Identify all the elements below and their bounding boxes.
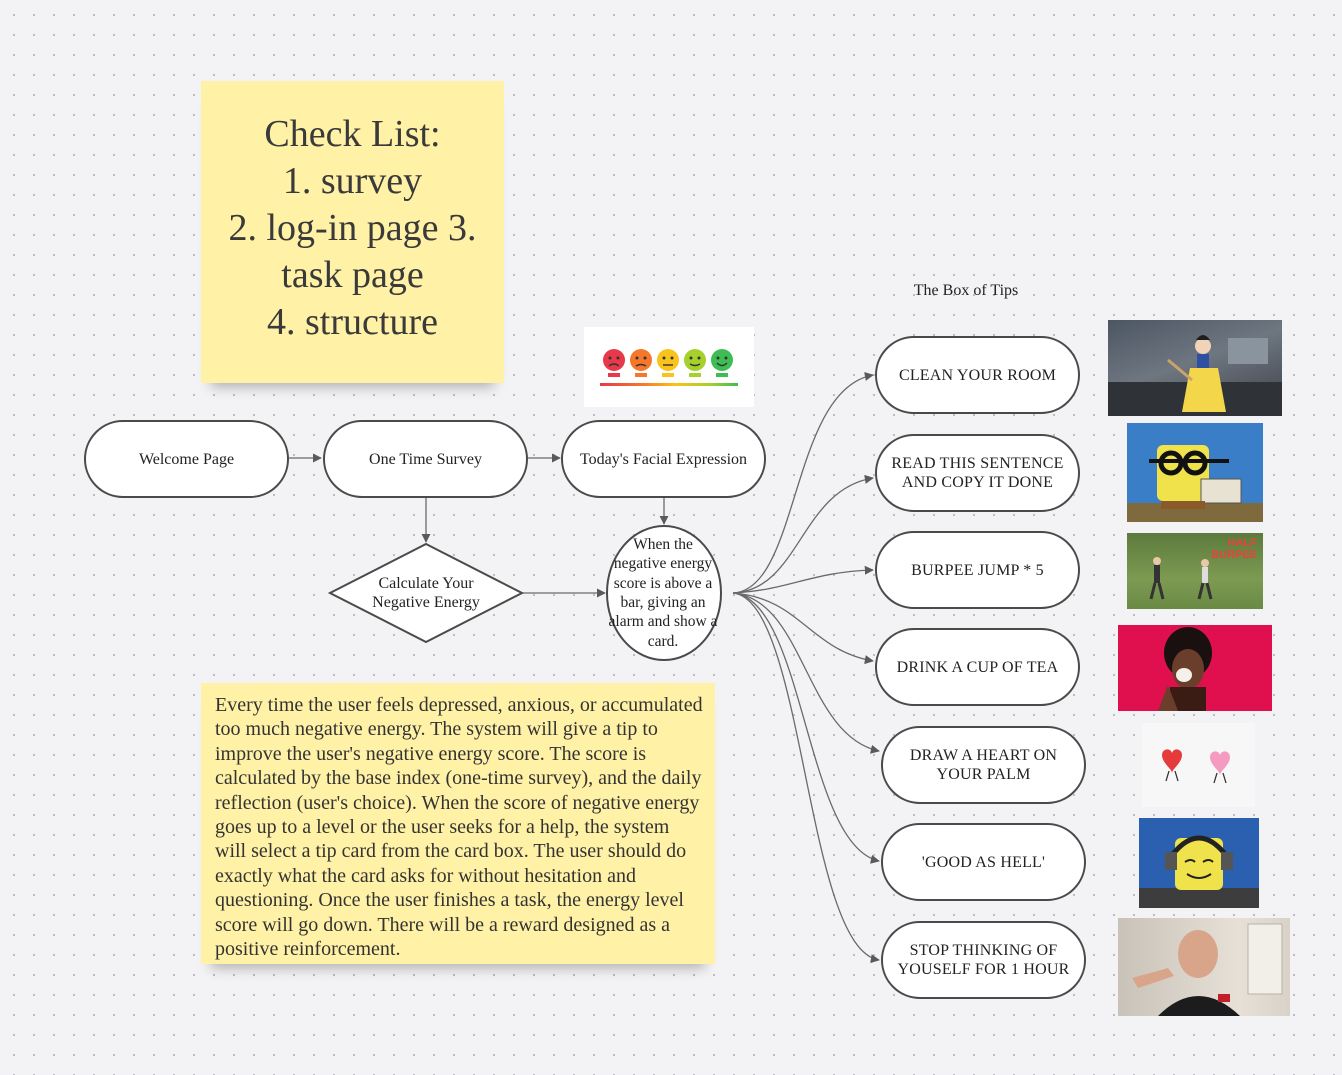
calculate-label[interactable]: Calculate Your Negative Energy xyxy=(330,544,522,642)
tip-card-label: STOP THINKING OF YOUSELF FOR 1 HOUR xyxy=(897,942,1070,978)
arrow-to-tip-3 xyxy=(732,565,874,594)
hearts-image[interactable] xyxy=(1142,723,1255,807)
half-burpee-image[interactable]: HALF BURPEE xyxy=(1127,533,1263,609)
spongebob-reading-image[interactable] xyxy=(1127,423,1263,522)
tip-card-5[interactable]: DRAW A HEART ON YOUR PALM xyxy=(881,726,1086,804)
welcome-page-label: Welcome Page xyxy=(138,450,235,468)
survey-node[interactable]: One Time Survey xyxy=(323,420,528,498)
dancing-hearts-icon xyxy=(1162,749,1230,784)
emoji-scale-image[interactable] xyxy=(584,327,754,407)
tip-card-7[interactable]: STOP THINKING OF YOUSELF FOR 1 HOUR xyxy=(881,921,1086,999)
tea-drinker-icon xyxy=(1158,627,1212,711)
man-pointing-icon xyxy=(1132,923,1283,1016)
cleaning-room-image[interactable] xyxy=(1108,320,1282,416)
tip-card-label: BURPEE JUMP * 5 xyxy=(911,561,1044,579)
tip-card-6[interactable]: 'GOOD AS HELL' xyxy=(881,823,1086,901)
cleaning-scene-icon xyxy=(1108,335,1282,416)
welcome-page-node[interactable]: Welcome Page xyxy=(84,420,289,498)
facial-expression-node[interactable]: Today's Facial Expression xyxy=(561,420,766,498)
burpee-caption: HALF BURPEE xyxy=(1211,537,1257,561)
spongebob-headphones-image[interactable] xyxy=(1139,818,1259,908)
arrow-to-tip-2 xyxy=(732,474,874,594)
tips-box-title: The Box of Tips xyxy=(913,282,1019,299)
arrow-to-tip-7 xyxy=(732,592,880,964)
arrow-to-tip-6 xyxy=(732,592,880,864)
tip-card-2[interactable]: READ THIS SENTENCE AND COPY IT DONE xyxy=(875,434,1080,512)
tip-card-1[interactable]: CLEAN YOUR ROOM xyxy=(875,336,1080,414)
tip-card-label: DRAW A HEART ON YOUR PALM xyxy=(909,747,1058,783)
tip-card-label: 'GOOD AS HELL' xyxy=(921,853,1046,871)
spongebob-reading-icon xyxy=(1127,445,1263,522)
tip-card-3[interactable]: BURPEE JUMP * 5 xyxy=(875,531,1080,609)
alarm-label[interactable]: When the negative energy score is above … xyxy=(607,527,719,659)
facial-expression-label: Today's Facial Expression xyxy=(579,450,748,468)
tip-card-4[interactable]: DRINK A CUP OF TEA xyxy=(875,628,1080,706)
tip-card-label: DRINK A CUP OF TEA xyxy=(896,658,1059,676)
tip-card-label: READ THIS SENTENCE AND COPY IT DONE xyxy=(891,455,1064,491)
tip-card-label: CLEAN YOUR ROOM xyxy=(898,366,1057,384)
survey-label: One Time Survey xyxy=(369,450,482,468)
man-pointing-image[interactable] xyxy=(1118,918,1290,1016)
emoji-scale-icon xyxy=(600,349,738,386)
drinking-tea-image[interactable] xyxy=(1118,625,1272,711)
spongebob-headphones-icon xyxy=(1139,835,1259,908)
